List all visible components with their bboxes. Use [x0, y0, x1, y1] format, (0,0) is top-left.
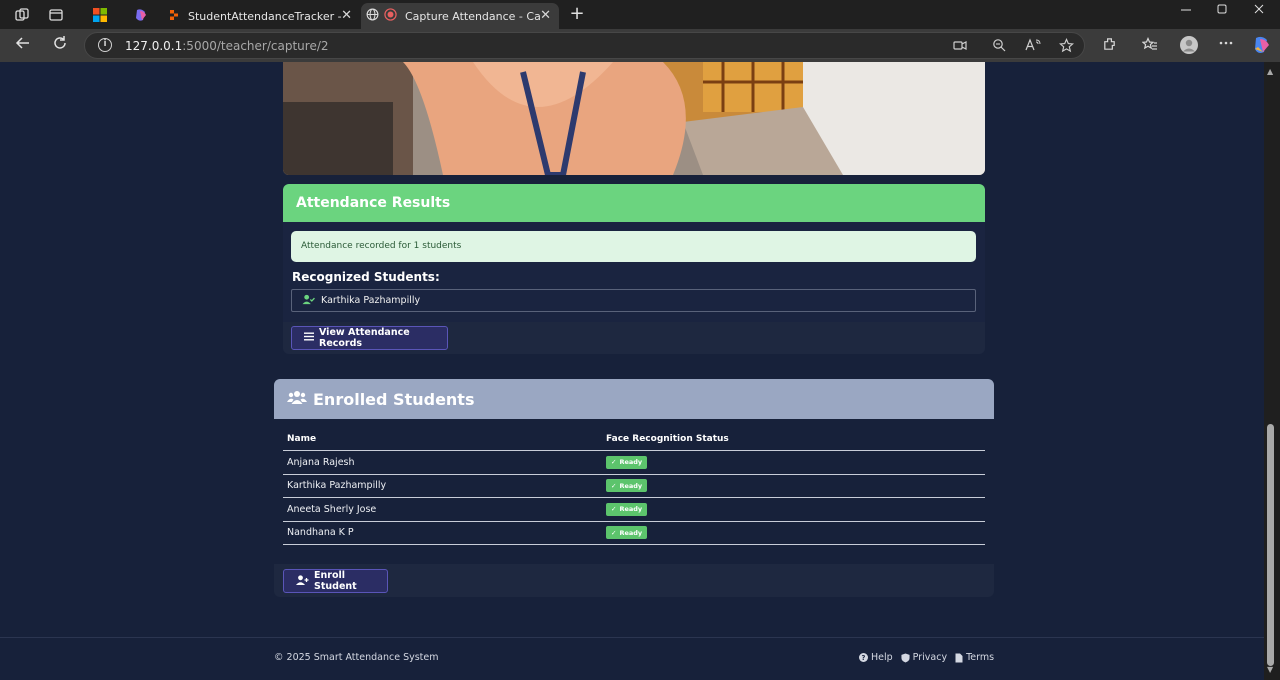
users-icon — [287, 390, 307, 409]
page-scrollbar[interactable]: ▲ ▼ — [1264, 62, 1280, 680]
table-row: Anjana Rajesh ✓ Ready — [283, 451, 985, 475]
workspaces-icon[interactable] — [13, 6, 31, 24]
recording-icon — [384, 8, 397, 24]
scroll-down-icon[interactable]: ▼ — [1267, 665, 1273, 674]
browser-toolbar: i 127.0.0.1:5000/teacher/capture/2 — [0, 29, 1280, 62]
globe-icon — [366, 8, 379, 24]
back-icon[interactable] — [13, 35, 33, 55]
new-tab-icon[interactable]: + — [567, 3, 587, 24]
success-alert: Attendance recorded for 1 students — [291, 231, 976, 262]
recognized-students-title: Recognized Students: — [292, 270, 440, 284]
svg-text:?: ? — [862, 654, 866, 662]
recognized-student-item: Karthika Pazhampilly — [291, 289, 976, 312]
favorites-icon[interactable] — [1141, 36, 1158, 57]
check-icon: ✓ — [611, 481, 617, 490]
status-badge: ✓ Ready — [606, 502, 648, 516]
footer-links: ? Help Privacy Terms — [859, 652, 994, 663]
tab-title: Capture Attendance - Captu — [405, 9, 540, 23]
results-footer: View Attendance Records — [283, 322, 985, 354]
camera-permission-icon[interactable] — [953, 38, 967, 56]
user-plus-icon — [296, 574, 309, 588]
enrolled-heading: Enrolled Students — [274, 379, 994, 419]
profile-avatar-icon[interactable] — [1180, 36, 1198, 58]
table-row: Aneeta Sherly Jose ✓ Ready — [283, 498, 985, 522]
student-name: Nandhana K P — [287, 527, 354, 539]
scrollbar-thumb[interactable] — [1267, 424, 1274, 666]
copyright-text: © 2025 Smart Attendance System — [274, 652, 439, 663]
shield-icon — [901, 653, 910, 662]
list-icon — [304, 332, 314, 344]
question-circle-icon: ? — [859, 653, 868, 662]
enroll-student-label: Enroll Student — [314, 570, 357, 592]
table-row: Nandhana K P ✓ Ready — [283, 522, 985, 545]
restore-icon[interactable] — [1212, 2, 1232, 20]
read-aloud-icon[interactable] — [1025, 38, 1041, 56]
status-badge: ✓ Ready — [606, 526, 648, 540]
browser-tab-bar: StudentAttendanceTracker - Repli ✕ Captu… — [0, 0, 1280, 29]
help-link[interactable]: ? Help — [859, 652, 893, 663]
user-check-icon — [302, 294, 315, 308]
terms-link[interactable]: Terms — [955, 652, 994, 663]
enrolled-students-card: Enrolled Students Name Face Recognition … — [274, 379, 994, 597]
view-attendance-records-label: View Attendance Records — [319, 327, 410, 349]
extensions-icon[interactable] — [1102, 37, 1117, 56]
enrolled-footer: Enroll Student — [274, 564, 994, 597]
close-icon[interactable]: ✕ — [341, 8, 352, 23]
column-status-header: Face Recognition Status — [606, 433, 729, 444]
status-badge: ✓ Ready — [606, 455, 648, 469]
camera-preview — [283, 62, 985, 175]
privacy-link[interactable]: Privacy — [901, 652, 947, 663]
microsoft-tab-icon[interactable] — [91, 6, 109, 24]
table-header: Name Face Recognition Status — [283, 427, 985, 451]
status-badge: ✓ Ready — [606, 479, 648, 493]
page-content: Attendance Results Attendance recorded f… — [0, 62, 1264, 680]
tab-title: StudentAttendanceTracker - Repli — [188, 9, 343, 23]
url-text: 127.0.0.1:5000/teacher/capture/2 — [125, 39, 329, 53]
results-heading: Attendance Results — [283, 184, 985, 222]
replit-icon — [168, 9, 180, 24]
attendance-results-card: Attendance Results Attendance recorded f… — [283, 184, 985, 354]
student-name: Anjana Rajesh — [287, 456, 355, 468]
student-name: Aneeta Sherly Jose — [287, 503, 377, 515]
student-name: Karthika Pazhampilly — [287, 480, 387, 492]
column-name-header: Name — [287, 433, 317, 444]
tab-actions-icon[interactable] — [47, 6, 65, 24]
tab-replit[interactable]: StudentAttendanceTracker - Repli ✕ — [160, 3, 360, 29]
zoom-icon[interactable] — [992, 38, 1006, 56]
check-icon: ✓ — [611, 528, 617, 537]
scroll-up-icon[interactable]: ▲ — [1267, 67, 1273, 76]
table-row: Karthika Pazhampilly ✓ Ready — [283, 475, 985, 498]
site-info-icon[interactable]: i — [98, 38, 112, 52]
window-close-icon[interactable] — [1249, 2, 1269, 20]
enrolled-students-table: Name Face Recognition Status Anjana Raje… — [283, 427, 985, 545]
refresh-icon[interactable] — [50, 35, 70, 55]
tab-capture-attendance[interactable]: Capture Attendance - Captu ✕ — [361, 3, 559, 29]
check-icon: ✓ — [611, 505, 617, 514]
recognized-student-name: Karthika Pazhampilly — [321, 295, 421, 306]
enroll-student-button[interactable]: Enroll Student — [283, 569, 388, 593]
copilot-icon[interactable] — [1252, 35, 1272, 59]
view-attendance-records-button[interactable]: View Attendance Records — [291, 326, 448, 350]
copilot-tab-icon[interactable] — [132, 6, 150, 24]
document-icon — [955, 653, 963, 662]
favorite-star-icon[interactable] — [1058, 37, 1075, 57]
check-icon: ✓ — [611, 458, 617, 467]
minimize-icon[interactable] — [1176, 2, 1196, 20]
more-options-icon[interactable] — [1218, 35, 1234, 55]
close-icon[interactable]: ✕ — [540, 8, 551, 23]
enrolled-heading-text: Enrolled Students — [313, 389, 475, 409]
address-bar[interactable]: i 127.0.0.1:5000/teacher/capture/2 — [84, 32, 1085, 59]
site-footer: © 2025 Smart Attendance System ? Help Pr… — [0, 637, 1264, 680]
